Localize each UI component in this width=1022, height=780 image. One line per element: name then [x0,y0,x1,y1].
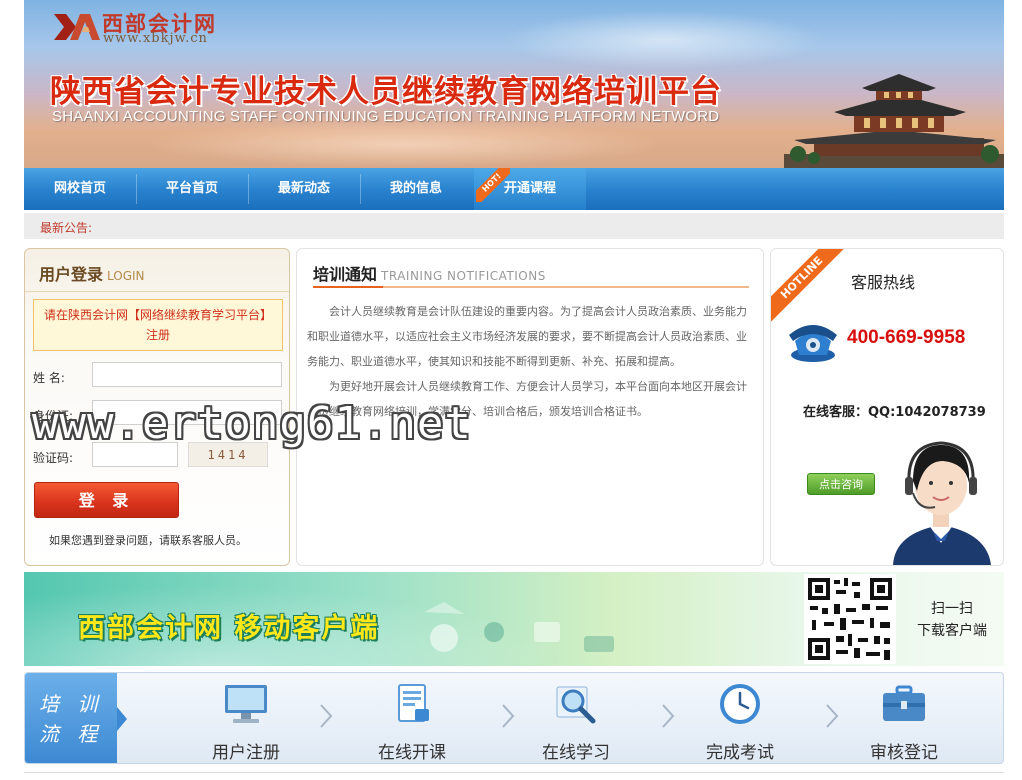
chevron-right-icon [662,704,675,728]
nav-item-platform-home[interactable]: 平台首页 [136,168,248,210]
training-title-en: TRAINING NOTIFICATIONS [381,269,546,283]
clock-icon [720,684,760,724]
banner-cloud [144,120,664,168]
training-process: 培 训 流 程 用户注册 在线开课 在线学习 完成考试 审核登记 [24,672,1004,764]
consult-button[interactable]: 点击咨询 [807,473,875,495]
scan-label: 扫一扫 [931,601,973,617]
online-service-qq: 在线客服：QQ:1042078739 [803,405,986,420]
step-label: 审核登记 [870,743,938,763]
logo-url: www.xbkjw.cn [103,31,208,46]
nav-item-school-home[interactable]: 网校首页 [24,168,136,210]
register-tip-text: 请在陕西会计网【网络继续教育学习平台】 [43,308,272,322]
watermark-text: www.ertong61.net [32,398,472,449]
register-tip[interactable]: 请在陕西会计网【网络继续教育学习平台】 注册 [33,299,283,351]
customer-service-agent-image [893,441,991,565]
login-help-text: 如果您遇到登录问题，请联系客服人员。 [49,534,247,547]
nav-item-label: 开通课程 [503,181,556,196]
chevron-right-icon [826,704,839,728]
register-link[interactable]: 注册 [34,325,282,345]
process-step-open-course[interactable]: 在线开课 [357,683,467,763]
process-arrow [117,707,127,731]
process-step-complete-exam[interactable]: 完成考试 [685,683,795,763]
login-title: 用户登录 LOGIN [39,265,145,284]
xbkjw-logo-icon[interactable] [52,10,102,44]
page-title: 陕西省会计专业技术人员继续教育网络培训平台 [50,74,722,110]
download-label: 下载客户端 [917,623,987,639]
hotline-number: 400-669-9958 [847,327,966,348]
training-paragraph: 会计人员继续教育是会计队伍建设的重要内容。为了提高会计人员政治素质、业务能力和职… [307,305,747,368]
divider [25,291,289,292]
name-input[interactable] [92,362,282,387]
step-label: 在线开课 [378,743,446,763]
monitor-icon [225,685,267,723]
step-label: 完成考试 [706,743,774,763]
hotline-ribbon: HOTLINE [771,249,847,325]
nav-item-my-info[interactable]: 我的信息 [360,168,472,210]
nav-item-open-course[interactable]: HOT! 开通课程 [474,168,586,210]
hotline-title: 客服热线 [851,273,916,292]
temple-illustration [784,74,1004,168]
chevron-right-icon [320,704,333,728]
scan-download-text: 扫一扫 下载客户端 [904,598,1000,642]
banner-cloud [504,10,824,70]
step-label: 在线学习 [542,743,610,763]
page-subtitle: SHAANXI ACCOUNTING STAFF CONTINUING EDUC… [52,108,720,125]
magnifier-icon [556,686,596,724]
nav-item-latest-news[interactable]: 最新动态 [248,168,360,210]
process-step-review-register[interactable]: 审核登记 [849,683,959,763]
decorative-icons [424,602,614,652]
qr-code-icon[interactable] [804,574,896,664]
process-step-register[interactable]: 用户注册 [191,683,301,763]
divider [313,286,749,288]
step-label: 用户注册 [212,743,280,763]
briefcase-icon [883,685,925,721]
login-button[interactable]: 登 录 [34,482,179,518]
footer-divider [24,772,1004,780]
training-title: 培训通知 TRAINING NOTIFICATIONS [313,265,546,284]
main-nav: 网校首页 平台首页 最新动态 我的信息 HOT! 开通课程 [24,168,1004,210]
document-icon [398,684,429,722]
login-title-en: LOGIN [107,269,145,283]
captcha-label: 验证码: [33,451,74,465]
process-label: 培 训 流 程 [25,673,117,763]
hotline-panel: HOTLINE 客服热线 400-669-9958 在线客服：QQ:104207… [770,248,1004,566]
mobile-client-banner[interactable]: 西部会计网 移动客户端 扫一扫 下载客户端 [24,572,1004,666]
announcement-label: 最新公告: [40,221,93,235]
header-banner: 西部会计网 www.xbkjw.cn 陕西省会计专业技术人员继续教育网络培训平台… [24,0,1004,168]
telephone-icon [789,325,837,362]
announcement-bar: 最新公告: [24,213,1004,239]
chevron-right-icon [502,704,515,728]
process-step-online-study[interactable]: 在线学习 [521,683,631,763]
mobile-client-title: 西部会计网 移动客户端 [78,613,380,644]
name-label: 姓 名: [33,371,65,385]
